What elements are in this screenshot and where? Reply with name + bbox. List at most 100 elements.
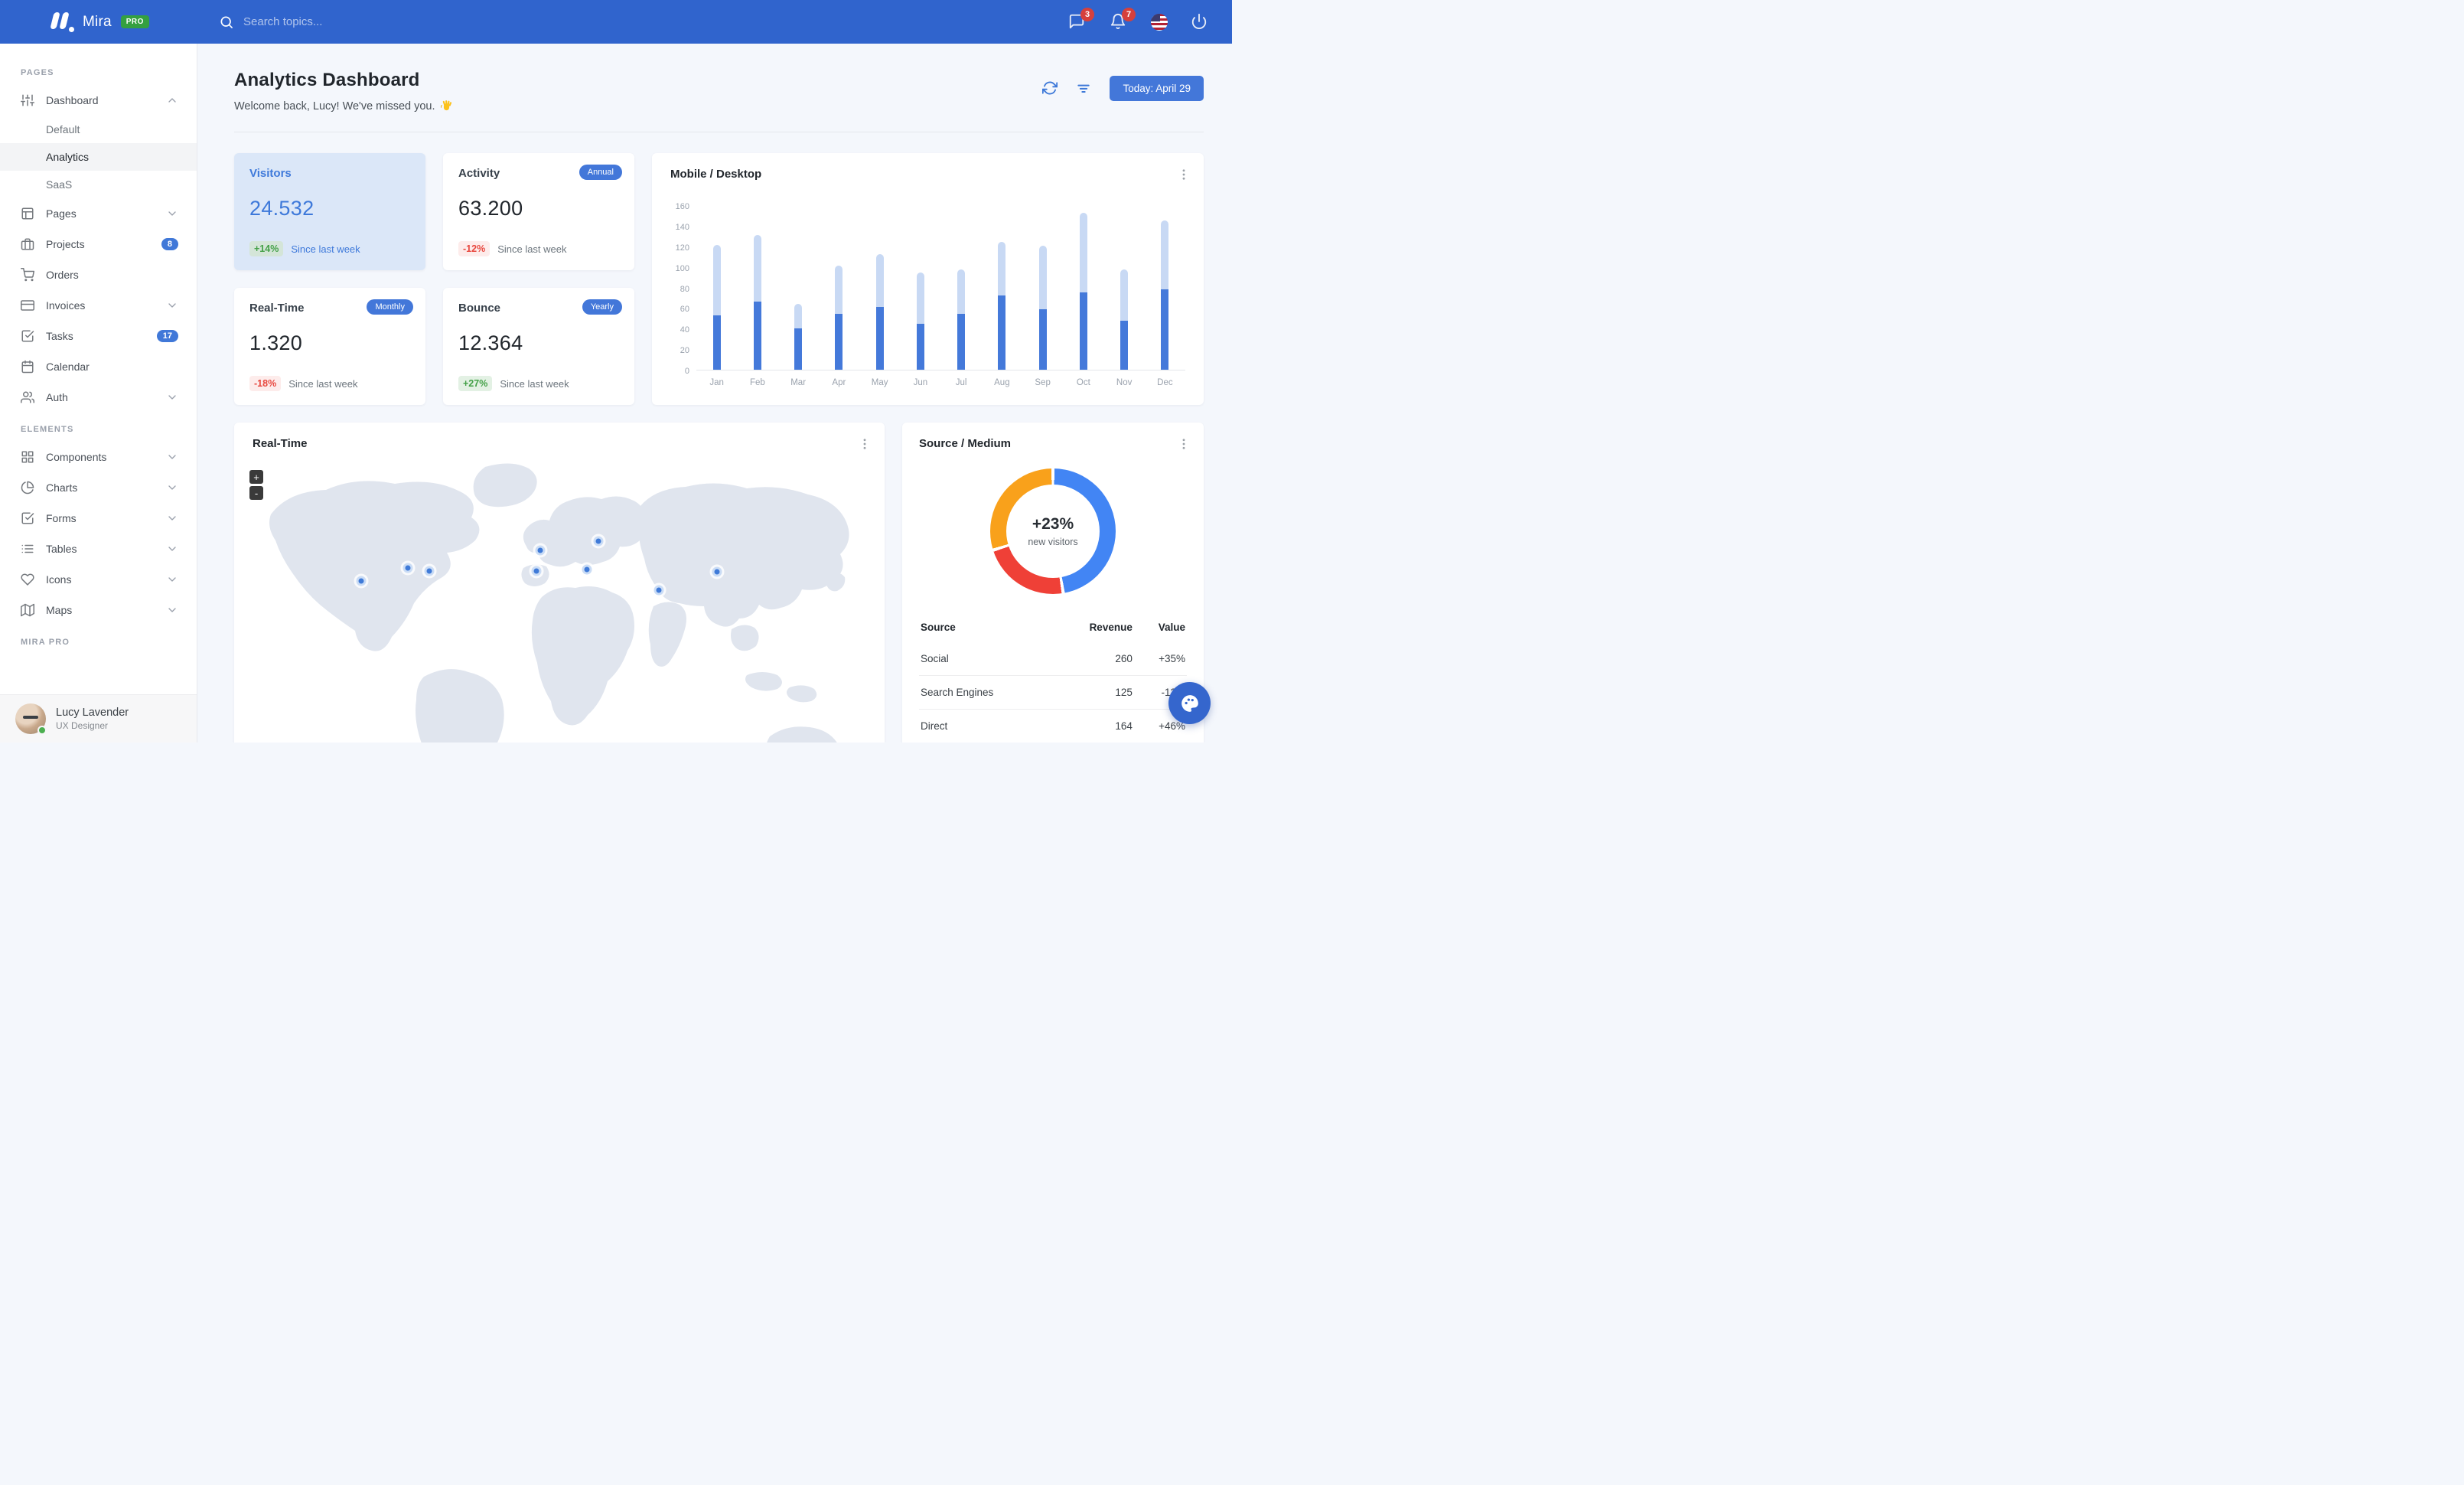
sidebar-item-charts[interactable]: Charts xyxy=(0,472,197,503)
kebab-icon xyxy=(863,439,866,449)
power-icon xyxy=(1191,13,1207,29)
map-zoom-in-button[interactable]: + xyxy=(249,470,263,484)
map-marker-1[interactable] xyxy=(356,576,367,586)
stat-note: Since last week xyxy=(291,243,360,255)
grid-icon xyxy=(21,450,34,464)
today-date-button[interactable]: Today: April 29 xyxy=(1110,76,1204,101)
sidebar-item-forms[interactable]: Forms xyxy=(0,503,197,534)
palette-icon xyxy=(1181,694,1198,712)
chevron-down-icon xyxy=(166,481,178,494)
sidebar-item-tasks[interactable]: Tasks 17 xyxy=(0,321,197,351)
real-time-map-card: Real-Time + - xyxy=(234,423,885,742)
world-map[interactable] xyxy=(242,461,877,742)
source-menu-button[interactable] xyxy=(1176,436,1191,452)
x-axis-label: Feb xyxy=(749,378,765,387)
sidebar-subitem-saas[interactable]: SaaS xyxy=(0,171,197,198)
map-zoom-out-button[interactable]: - xyxy=(249,486,263,500)
sidebar-item-label: Charts xyxy=(46,481,78,494)
sidebar-item-dashboard[interactable]: Dashboard xyxy=(0,85,197,116)
sidebar-item-label: Icons xyxy=(46,573,72,586)
sidebar-item-orders[interactable]: Orders xyxy=(0,259,197,290)
bar-mar xyxy=(794,303,803,370)
check-square-icon xyxy=(21,511,34,525)
sidebar-item-label: Tasks xyxy=(46,330,73,342)
sidebar-item-components[interactable]: Components xyxy=(0,442,197,472)
sidebar-item-auth[interactable]: Auth xyxy=(0,382,197,413)
user-name: Lucy Lavender xyxy=(56,707,129,719)
chart-menu-button[interactable] xyxy=(1176,167,1191,182)
source-table: Source Revenue Value Social 260 +35% Search E… xyxy=(919,614,1187,742)
x-axis-label: Oct xyxy=(1076,378,1090,387)
theme-settings-fab[interactable] xyxy=(1168,682,1211,724)
sidebar-subitem-default[interactable]: Default xyxy=(0,116,197,143)
sidebar-item-maps[interactable]: Maps xyxy=(0,595,197,625)
stacked-bar-chart: 160 140 120 100 80 60 40 20 0 Jan Feb Mar Apr May Jun… xyxy=(670,203,1185,387)
map-marker-8[interactable] xyxy=(653,585,664,596)
map-menu-button[interactable] xyxy=(857,436,872,452)
sidebar-item-pages[interactable]: Pages xyxy=(0,198,197,229)
sidebar-item-calendar[interactable]: Calendar xyxy=(0,351,197,382)
calendar-icon xyxy=(21,360,34,374)
map-marker-4[interactable] xyxy=(535,545,546,556)
map-marker-3[interactable] xyxy=(424,566,435,576)
sidebar-item-icons[interactable]: Icons xyxy=(0,564,197,595)
y-axis-tick: 20 xyxy=(680,346,689,356)
refresh-icon xyxy=(1042,81,1058,94)
x-axis-label: May xyxy=(871,378,888,387)
page-title: Analytics Dashboard xyxy=(234,70,420,90)
sidebar-section-label-elements: ELEMENTS xyxy=(21,425,74,434)
map-marker-6[interactable] xyxy=(582,564,592,575)
y-axis-tick: 140 xyxy=(675,222,689,232)
table-row-social: Social 260 +35% xyxy=(919,642,1187,676)
delta-badge: +27% xyxy=(458,376,493,391)
filter-button[interactable] xyxy=(1076,80,1093,97)
table-header-revenue: Revenue xyxy=(1089,622,1133,633)
messages-button[interactable]: 3 xyxy=(1068,7,1094,31)
map-marker-9[interactable] xyxy=(712,566,722,577)
sidebar-item-tables[interactable]: Tables xyxy=(0,534,197,564)
sidebar-user-profile[interactable]: Lucy Lavender UX Designer xyxy=(0,694,197,742)
sidebar-item-label: Components xyxy=(46,451,107,463)
table-header-source: Source xyxy=(921,622,956,633)
bar-jun xyxy=(916,272,924,370)
sidebar-item-label: Invoices xyxy=(46,299,86,312)
sidebar-item-invoices[interactable]: Invoices xyxy=(0,290,197,321)
sidebar-item-label: Maps xyxy=(46,604,73,616)
stat-note: Since last week xyxy=(500,377,569,390)
bar-feb xyxy=(753,234,761,370)
search-input[interactable] xyxy=(243,15,458,28)
sliders-icon xyxy=(21,93,34,107)
source-card-title: Source / Medium xyxy=(919,437,1012,450)
chevron-down-icon xyxy=(166,299,178,312)
sidebar-item-label: Forms xyxy=(46,512,77,524)
stat-card-real-time: Real-Time Monthly 1.320 -18% Since last w… xyxy=(234,288,425,405)
chevron-down-icon xyxy=(166,512,178,524)
notifications-button[interactable]: 7 xyxy=(1110,7,1136,31)
sidebar-item-label: Tables xyxy=(46,543,77,555)
avatar xyxy=(15,703,47,735)
stat-card-bounce: Bounce Yearly 12.364 +27% Since last week xyxy=(443,288,634,405)
sidebar-item-projects[interactable]: Projects 8 xyxy=(0,229,197,259)
refresh-button[interactable] xyxy=(1042,80,1059,97)
x-axis-label: Nov xyxy=(1116,378,1133,387)
sidebar-item-label: Projects xyxy=(46,238,85,250)
shopping-cart-icon xyxy=(21,268,34,282)
y-axis-tick: 60 xyxy=(680,305,689,315)
delta-badge: +14% xyxy=(249,241,284,256)
list-icon xyxy=(21,542,34,556)
cell-value: +35% xyxy=(1159,653,1185,664)
brand-logo[interactable]: Mira PRO xyxy=(0,11,197,32)
map-marker-5[interactable] xyxy=(531,566,542,576)
count-badge: 8 xyxy=(161,238,178,250)
y-axis-tick: 100 xyxy=(675,263,689,273)
top-navbar: Mira PRO 3 7 xyxy=(0,0,1232,44)
map-icon xyxy=(21,603,34,617)
bar-jan xyxy=(712,245,721,370)
map-marker-7[interactable] xyxy=(593,536,604,547)
language-flag-us[interactable] xyxy=(1151,13,1168,31)
sign-out-button[interactable] xyxy=(1191,13,1209,31)
stat-card-visitors: Visitors 24.532 +14% Since last week xyxy=(234,153,425,270)
layout-icon xyxy=(21,207,34,220)
sidebar-subitem-analytics[interactable]: Analytics xyxy=(0,143,197,171)
map-marker-2[interactable] xyxy=(403,563,413,573)
